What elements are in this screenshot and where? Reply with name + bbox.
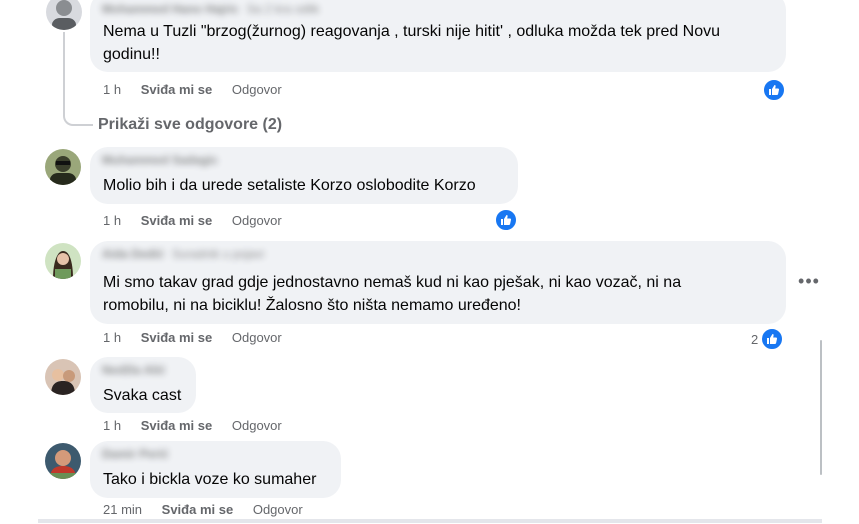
- thread-line: [63, 32, 65, 108]
- comment-actions: 1 h Sviđa mi se Odgovor: [103, 213, 282, 229]
- comment-text-line: Mi smo takav grad gdje jednostavno nemaš…: [103, 274, 682, 291]
- avatar[interactable]: [45, 359, 81, 395]
- comment-time[interactable]: 1 h: [103, 82, 121, 98]
- see-all-replies-link[interactable]: Prikaži sve odgovore (2): [98, 115, 282, 135]
- comment-bubble: Muhammed Sadagic Molio bih i da urede se…: [90, 147, 518, 204]
- avatar-image: [45, 443, 81, 479]
- reply-button[interactable]: Odgovor: [253, 502, 303, 518]
- like-button[interactable]: Sviđa mi se: [141, 213, 213, 229]
- comment-text: Svaka cast: [103, 387, 182, 404]
- comment-author[interactable]: Nedžla Alić: [102, 363, 166, 377]
- comment-time[interactable]: 1 h: [103, 330, 121, 346]
- like-button[interactable]: Sviđa mi se: [141, 330, 213, 346]
- reply-button[interactable]: Odgovor: [232, 418, 282, 434]
- comment-text-line: romobilu, ni na biciklu! Žalosno što niš…: [103, 297, 521, 314]
- thread-connector: [63, 108, 93, 126]
- avatar-image: [45, 243, 81, 279]
- comment-actions: 1 h Sviđa mi se Odgovor: [103, 330, 282, 346]
- avatar-image: [46, 0, 82, 30]
- more-options-icon[interactable]: •••: [796, 271, 822, 297]
- reaction-count[interactable]: 2: [751, 332, 758, 348]
- comment-author[interactable]: Aida Dedić Suradnik u pojavi: [102, 247, 264, 261]
- comment-bubble: Aida Dedić Suradnik u pojavi Mi smo takav…: [90, 241, 786, 324]
- comment-text: Molio bih i da urede setaliste Korzo osl…: [103, 177, 476, 194]
- avatar[interactable]: [45, 243, 81, 279]
- comment-actions: 1 h Sviđa mi se Odgovor: [103, 82, 282, 98]
- comment-bubble: Damir Perić Tako i bickla voze ko sumahe…: [90, 441, 341, 498]
- avatar[interactable]: [45, 149, 81, 185]
- like-reaction-icon[interactable]: [760, 327, 784, 351]
- like-reaction-icon[interactable]: [762, 78, 786, 102]
- comment-actions: 21 min Sviđa mi se Odgovor: [103, 502, 303, 518]
- comment-author[interactable]: Mohammed Hano Hajric Sa 2 kra odlik: [102, 2, 319, 16]
- avatar-image: [45, 359, 81, 395]
- section-divider: [38, 519, 822, 523]
- comment-author[interactable]: Muhammed Sadagic: [102, 153, 218, 167]
- comment-actions: 1 h Sviđa mi se Odgovor: [103, 418, 282, 434]
- reply-button[interactable]: Odgovor: [232, 213, 282, 229]
- comment-text-line: Nema u Tuzli "brzog(žurnog) reagovanja ,…: [103, 23, 721, 40]
- like-button[interactable]: Sviđa mi se: [162, 502, 234, 518]
- like-reaction-icon[interactable]: [494, 208, 518, 232]
- comment-text-line: godinu!!: [103, 46, 160, 63]
- comment-author[interactable]: Damir Perić: [102, 447, 169, 461]
- scrollbar[interactable]: [820, 340, 822, 475]
- avatar-image: [45, 149, 81, 185]
- comment-time[interactable]: 1 h: [103, 418, 121, 434]
- avatar[interactable]: [46, 0, 82, 30]
- comment-time[interactable]: 1 h: [103, 213, 121, 229]
- comment-bubble: Mohammed Hano Hajric Sa 2 kra odlik Nema …: [90, 0, 786, 72]
- comment-bubble: Nedžla Alić Svaka cast: [90, 357, 196, 413]
- comment-text: Tako i bickla voze ko sumaher: [103, 471, 317, 488]
- like-button[interactable]: Sviđa mi se: [141, 418, 213, 434]
- like-button[interactable]: Sviđa mi se: [141, 82, 213, 98]
- avatar[interactable]: [45, 443, 81, 479]
- reply-button[interactable]: Odgovor: [232, 330, 282, 346]
- comment-time[interactable]: 21 min: [103, 502, 142, 518]
- reply-button[interactable]: Odgovor: [232, 82, 282, 98]
